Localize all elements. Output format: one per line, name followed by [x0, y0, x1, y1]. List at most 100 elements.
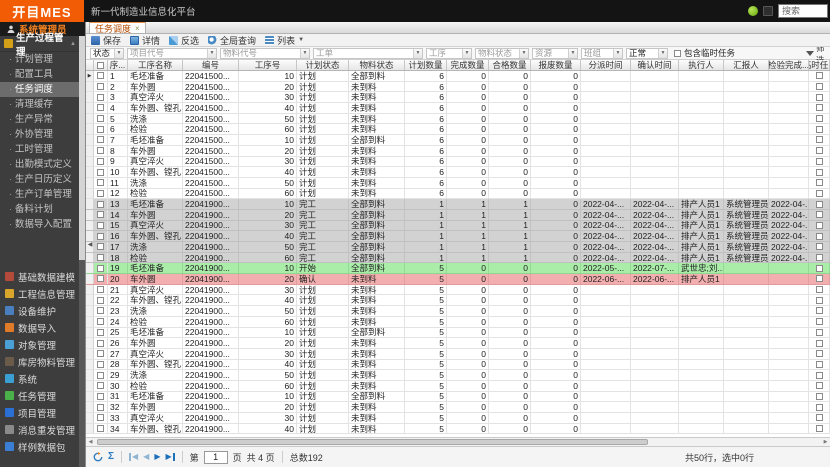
page-input[interactable]: [204, 451, 228, 464]
table-row[interactable]: 13毛坯准备22041900...10完工全部到料11102022-04-...…: [86, 199, 830, 210]
column-header-plan_qty[interactable]: 计划数量: [405, 60, 447, 70]
temp-task-checkbox[interactable]: [816, 329, 823, 336]
table-row[interactable]: 29洗涤22041900...50计划未到料5000: [86, 370, 830, 381]
row-checkbox[interactable]: [97, 318, 104, 325]
temp-task-checkbox[interactable]: [816, 318, 823, 325]
dropdown-arrow-icon[interactable]: ▼: [207, 49, 216, 58]
column-header-done_qty[interactable]: 完成数量: [447, 60, 489, 70]
global-search-input[interactable]: [778, 4, 828, 18]
temp-task-checkbox[interactable]: [816, 382, 823, 389]
column-header-op_no[interactable]: 工序号: [239, 60, 297, 70]
table-row[interactable]: 34车外圆、镗孔22041900...40计划未到料5000: [86, 424, 830, 435]
temp-task-checkbox[interactable]: [816, 115, 823, 122]
include-temp-checkbox[interactable]: [674, 50, 681, 57]
temp-task-checkbox[interactable]: [816, 275, 823, 282]
dropdown-arrow-icon[interactable]: ▼: [613, 49, 622, 58]
temp-task-checkbox[interactable]: [816, 265, 823, 272]
nav-first-button[interactable]: ◀: [129, 453, 138, 461]
table-row[interactable]: 18检验22041900...60完工全部到料11102022-04-...20…: [86, 253, 830, 264]
row-checkbox[interactable]: [97, 233, 104, 240]
temp-task-checkbox[interactable]: [816, 404, 823, 411]
table-row[interactable]: 15真空淬火22041900...30完工全部到料11102022-04-...…: [86, 221, 830, 232]
sidebar-item-备料计划[interactable]: 备料计划: [0, 202, 85, 217]
select-all-checkbox[interactable]: [97, 62, 104, 69]
temp-task-checkbox[interactable]: [816, 243, 823, 250]
temp-task-checkbox[interactable]: [816, 83, 823, 90]
apps-icon[interactable]: [763, 6, 773, 16]
temp-task-checkbox[interactable]: [816, 94, 823, 101]
table-row[interactable]: 22车外圆、镗孔22041900...40计划未到料5000: [86, 295, 830, 306]
filter-operation[interactable]: 工序▼: [426, 48, 472, 59]
column-header-reporter[interactable]: 汇报人: [724, 60, 769, 70]
sidebar-scroll-thumb[interactable]: [79, 36, 85, 260]
temp-task-checkbox[interactable]: [816, 126, 823, 133]
tab-close-icon[interactable]: ×: [135, 24, 140, 33]
dropdown-arrow-icon[interactable]: ▼: [298, 37, 304, 43]
summary-icon[interactable]: Σ: [108, 452, 114, 462]
row-checkbox[interactable]: [97, 94, 104, 101]
row-checkbox[interactable]: [97, 382, 104, 389]
temp-task-checkbox[interactable]: [816, 222, 823, 229]
column-header-ok_qty[interactable]: 合格数量: [489, 60, 531, 70]
filter-material-code[interactable]: 物料代号▼: [220, 48, 310, 59]
dropdown-arrow-icon[interactable]: ▼: [413, 49, 422, 58]
collapse-up-icon[interactable]: ▲: [70, 41, 76, 47]
table-row[interactable]: 8车外圆22041500...20计划未到料6000: [86, 146, 830, 157]
temp-task-checkbox[interactable]: [816, 72, 823, 79]
sidebar-item-生产日历定义[interactable]: 生产日历定义: [0, 172, 85, 187]
sidebar-module-数据导入[interactable]: 数据导入: [0, 319, 85, 336]
table-row[interactable]: 9真空淬火22041500...30计划未到料6000: [86, 157, 830, 168]
filter-project-code[interactable]: 项目代号▼: [127, 48, 217, 59]
temp-task-checkbox[interactable]: [816, 104, 823, 111]
dropdown-arrow-icon[interactable]: ▼: [568, 49, 577, 58]
sidebar-section-production[interactable]: 生产过程管理 ▲: [0, 36, 85, 52]
table-row[interactable]: 24检验22041900...60计划未到料5000: [86, 317, 830, 328]
sidebar-item-清理缓存[interactable]: 清理缓存: [0, 97, 85, 112]
dropdown-arrow-icon[interactable]: ▼: [300, 49, 309, 58]
row-checkbox[interactable]: [97, 201, 104, 208]
row-checkbox[interactable]: [97, 297, 104, 304]
row-checkbox[interactable]: [97, 372, 104, 379]
temp-task-checkbox[interactable]: [816, 425, 823, 432]
column-header-seq[interactable]: 序...: [108, 60, 128, 70]
filter-team[interactable]: 班组▼: [581, 48, 623, 59]
row-checkbox[interactable]: [97, 158, 104, 165]
table-row[interactable]: ▶1毛坯准备22041500...10计划全部到料6000: [86, 71, 830, 82]
h-scroll-thumb[interactable]: [97, 439, 648, 445]
row-checkbox[interactable]: [97, 307, 104, 314]
filter-normal[interactable]: 正常▼: [626, 48, 668, 59]
row-checkbox[interactable]: [97, 275, 104, 282]
保存-button[interactable]: 保存: [91, 34, 121, 47]
table-row[interactable]: 26车外圆22041900...20计划未到料5000: [86, 338, 830, 349]
row-checkbox[interactable]: [97, 169, 104, 176]
row-checkbox[interactable]: [97, 361, 104, 368]
table-row[interactable]: 16车外圆、镗孔22041900...40完工全部到料11102022-04-.…: [86, 231, 830, 242]
column-header-code[interactable]: 编号: [183, 60, 239, 70]
row-checkbox[interactable]: [97, 425, 104, 432]
全局查询-button[interactable]: 全局查询: [208, 34, 256, 47]
temp-task-checkbox[interactable]: [816, 158, 823, 165]
row-checkbox[interactable]: [97, 222, 104, 229]
filter-resource[interactable]: 资源▼: [532, 48, 578, 59]
temp-task-checkbox[interactable]: [816, 307, 823, 314]
filter-status[interactable]: 状态▼: [90, 48, 124, 59]
temp-task-checkbox[interactable]: [816, 147, 823, 154]
sidebar-module-消息重发管理[interactable]: 消息重发管理: [0, 421, 85, 438]
table-row[interactable]: 6检验22041500...60计划未到料6000: [86, 124, 830, 135]
table-row[interactable]: 20车外圆22041900...20确认未到料50002022-06-...20…: [86, 274, 830, 285]
sidebar-module-样例数据包[interactable]: 样例数据包: [0, 438, 85, 455]
table-row[interactable]: 33真空淬火22041900...30计划未到料5000: [86, 413, 830, 424]
table-row[interactable]: 23洗涤22041900...50计划未到料5000: [86, 306, 830, 317]
table-row[interactable]: 31毛坯准备22041900...10计划全部到料5000: [86, 392, 830, 403]
temp-task-checkbox[interactable]: [816, 169, 823, 176]
sidebar-item-生产订单管理[interactable]: 生产订单管理: [0, 187, 85, 202]
sidebar-module-对象管理[interactable]: 对象管理: [0, 336, 85, 353]
sidebar-item-配置工具[interactable]: 配置工具: [0, 67, 85, 82]
table-row[interactable]: 25毛坯准备22041900...10计划全部到料5000: [86, 328, 830, 339]
table-row[interactable]: 5洗涤22041500...50计划未到料6000: [86, 114, 830, 125]
row-checkbox[interactable]: [97, 254, 104, 261]
table-row[interactable]: 3真空淬火22041500...30计划未到料6000: [86, 92, 830, 103]
table-row[interactable]: 30检验22041900...60计划未到料5000: [86, 381, 830, 392]
详情-button[interactable]: 详情: [130, 34, 160, 47]
table-row[interactable]: 7毛坯准备22041500...10计划全部到料6000: [86, 135, 830, 146]
